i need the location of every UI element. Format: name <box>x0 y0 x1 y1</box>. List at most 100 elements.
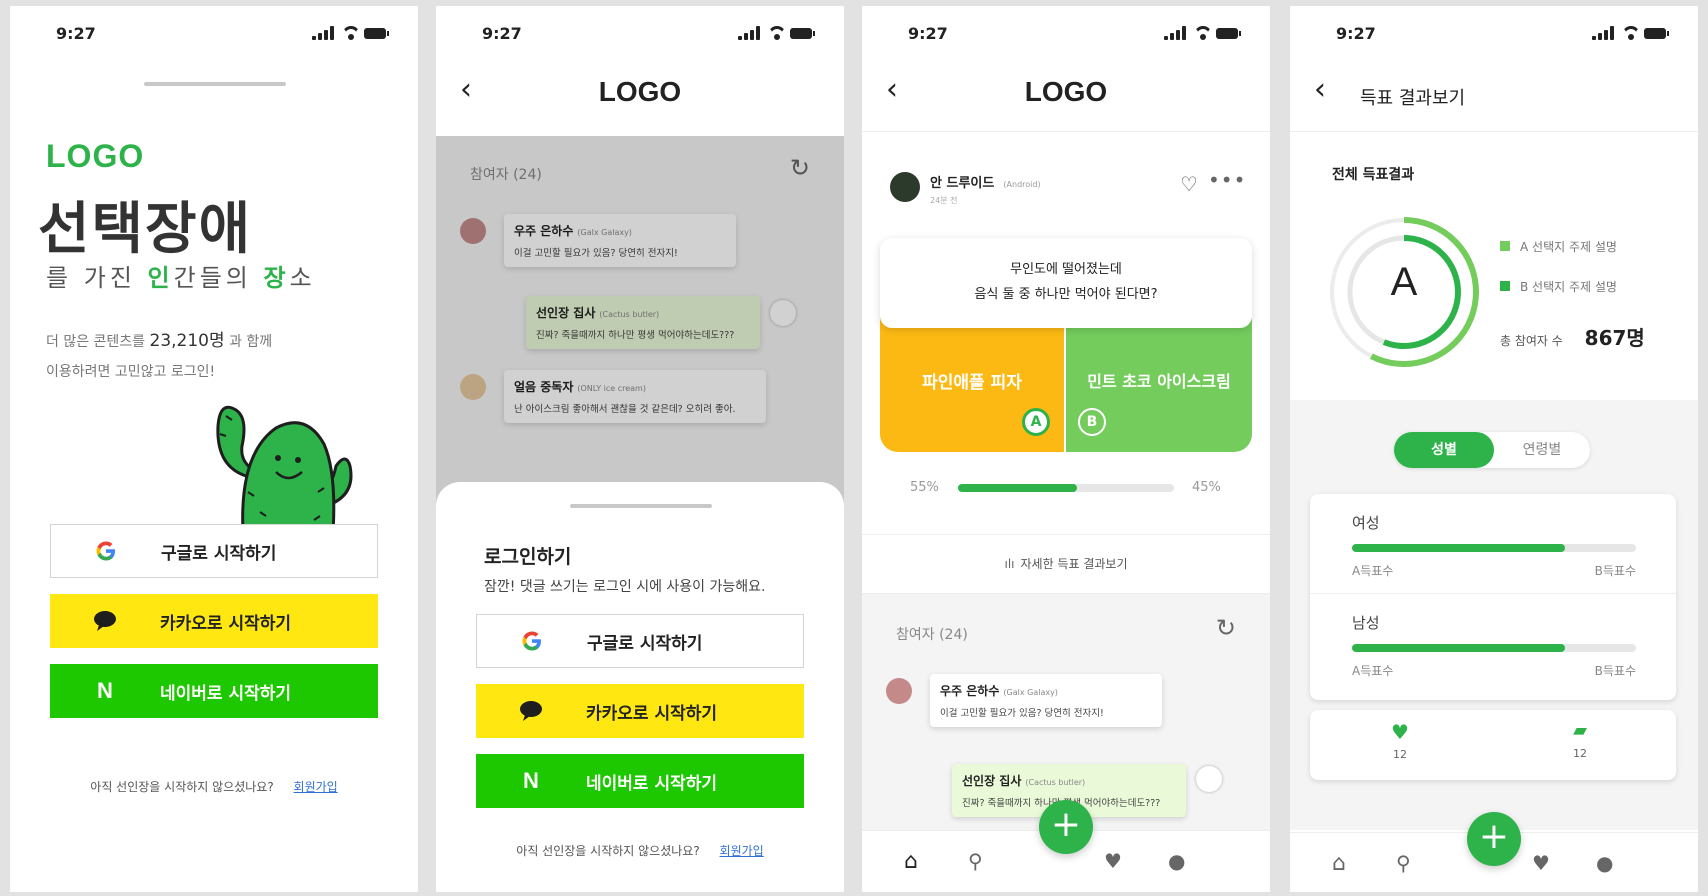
signup-prompt: 아직 선인장을 시작하지 않으셨나요? 회원가입 <box>516 844 764 858</box>
status-bar: 9:27 <box>436 6 844 60</box>
segment-control: 성별 연령별 <box>1394 432 1590 468</box>
naver-login-button[interactable]: N 네이버로 시작하기 <box>50 664 378 718</box>
naver-icon: N <box>97 678 113 703</box>
page-title: 득표 결과보기 <box>1360 88 1466 109</box>
profile-icon[interactable]: ● <box>1168 849 1194 875</box>
question-card: 무인도에 떨어졌는데 음식 둘 중 하나만 먹어야 된다면? <box>880 238 1252 328</box>
add-button[interactable]: + <box>1467 812 1521 866</box>
drag-handle[interactable] <box>144 82 286 86</box>
status-bar: 9:27 <box>862 6 1270 60</box>
profile-icon[interactable]: ● <box>1596 851 1622 877</box>
heart-icon: ♥ <box>1391 720 1409 744</box>
google-login-button[interactable]: 구글로 시작하기 <box>50 524 378 578</box>
avatar <box>1196 766 1222 792</box>
comments-panel: 참여자 (24) ↻ 우주 은하수 (Galx Galaxy) 이걸 고민할 필요… <box>862 594 1270 834</box>
home-icon[interactable]: ⌂ <box>904 849 930 875</box>
total-participants: 총 참여자 수 867명 <box>1500 326 1645 350</box>
comment-bubble: 우주 은하수 (Galx Galaxy) 이걸 고민할 필요가 있음? 당연히 전… <box>930 674 1162 727</box>
logo: LOGO <box>46 138 145 174</box>
screen-vote-results: 9:27 ‹ 득표 결과보기 전체 득표결과 A A 선택지 주제 설명 B 선… <box>1290 6 1698 892</box>
header: ‹ 득표 결과보기 <box>1290 60 1698 132</box>
status-bar: 9:27 <box>10 6 418 60</box>
google-icon <box>96 541 115 561</box>
signal-icon <box>1164 26 1186 40</box>
screen-comment-login: 9:27 ‹ LOGO 참여자 (24) ↻ 우주 은하수 (Galx Galax… <box>436 6 844 892</box>
signup-link[interactable]: 회원가입 <box>294 780 338 794</box>
naver-login-button[interactable]: N 네이버로 시작하기 <box>476 754 804 808</box>
ratio-track <box>1352 544 1636 552</box>
google-login-button[interactable]: 구글로 시작하기 <box>476 614 804 668</box>
legend-a: A 선택지 주제 설명 <box>1500 238 1617 255</box>
tab-age[interactable]: 연령별 <box>1494 432 1590 468</box>
login-sheet: 로그인하기 잠깐! 댓글 쓰기는 로그인 시에 사용이 가능해요. 구글로 시작… <box>436 482 844 892</box>
heart-icon[interactable]: ♡ <box>1180 172 1198 196</box>
status-time: 9:27 <box>908 24 948 43</box>
kakao-login-button[interactable]: 카카오로 시작하기 <box>50 594 378 648</box>
header: ‹ LOGO <box>862 60 1270 132</box>
status-time: 9:27 <box>1336 24 1376 43</box>
header: ‹ LOGO <box>436 60 844 132</box>
description: 더 많은 콘텐츠를 23,210명 과 함께 이용하려면 고민않고 로그인! <box>46 331 273 380</box>
page-logo: LOGO <box>598 76 682 107</box>
comments-stat[interactable]: ▰ 12 <box>1550 720 1610 760</box>
wifi-icon <box>1622 26 1640 40</box>
signal-icon <box>312 26 334 40</box>
author-info: 안 드루이드 (Android) 24분 전 <box>930 176 1041 205</box>
page-logo: LOGO <box>1024 76 1108 107</box>
signup-link[interactable]: 회원가입 <box>720 844 764 858</box>
badge-b: B <box>1078 408 1106 436</box>
heart-nav-icon[interactable]: ♥ <box>1104 849 1130 875</box>
screen-login: 9:27 LOGO 선택장애 를 가진 인간들의 장소 더 많은 콘텐츠를 23… <box>10 6 418 892</box>
signal-icon <box>1592 26 1614 40</box>
likes-stat[interactable]: ♥ 12 <box>1370 720 1430 761</box>
detail-results-link[interactable]: ılı 자세한 득표 결과보기 <box>862 534 1270 594</box>
stats-card: ♥ 12 ▰ 12 <box>1310 710 1676 780</box>
percent-a: 55% <box>910 480 939 495</box>
battery-icon <box>1216 28 1241 39</box>
search-icon[interactable]: ⚲ <box>968 849 994 875</box>
section-title: 전체 득표결과 <box>1332 167 1415 183</box>
bar-chart-icon: ılı <box>1004 557 1015 571</box>
status-bar: 9:27 <box>1290 6 1698 60</box>
heart-nav-icon[interactable]: ♥ <box>1532 851 1558 877</box>
sheet-description: 잠깐! 댓글 쓰기는 로그인 시에 사용이 가능해요. <box>484 579 766 595</box>
avatar <box>886 678 912 704</box>
signal-icon <box>738 26 760 40</box>
refresh-icon[interactable]: ↻ <box>1216 614 1236 642</box>
status-time: 9:27 <box>56 24 96 43</box>
battery-icon <box>1644 28 1669 39</box>
vote-progress-track <box>958 484 1174 492</box>
more-icon[interactable]: ••• <box>1208 168 1246 192</box>
kakao-login-button[interactable]: 카카오로 시작하기 <box>476 684 804 738</box>
home-icon[interactable]: ⌂ <box>1332 851 1358 877</box>
wifi-icon <box>1194 26 1212 40</box>
back-icon[interactable]: ‹ <box>1314 72 1326 107</box>
google-icon <box>522 631 541 651</box>
percent-b: 45% <box>1192 480 1221 495</box>
headline: 선택장애 <box>38 197 253 262</box>
ratio-fill <box>1352 544 1565 552</box>
tagline: 를 가진 인간들의 장소 <box>46 264 316 292</box>
legend-b: B 선택지 주제 설명 <box>1500 278 1617 295</box>
sheet-handle[interactable] <box>570 504 712 508</box>
signup-prompt: 아직 선인장을 시작하지 않으셨나요? 회원가입 <box>90 780 338 794</box>
participants-label: 참여자 (24) <box>896 627 968 643</box>
badge-a: A <box>1022 408 1050 436</box>
wifi-icon <box>342 26 360 40</box>
ratio-fill <box>1352 644 1565 652</box>
kakao-icon <box>94 611 116 631</box>
author-avatar[interactable] <box>890 172 920 202</box>
kakao-icon <box>520 701 542 721</box>
donut-center-label: A <box>1390 260 1418 304</box>
naver-icon: N <box>523 768 539 793</box>
ratio-track <box>1352 644 1636 652</box>
results-panel: 성별 연령별 여성 A득표수 B득표수 남성 A득표수 B득표수 ♥ 12 ▰ … <box>1290 400 1698 830</box>
vote-progress-fill <box>958 484 1077 492</box>
search-icon[interactable]: ⚲ <box>1396 851 1422 877</box>
tab-gender[interactable]: 성별 <box>1394 432 1494 468</box>
group-male: 남성 A득표수 B득표수 <box>1352 614 1636 678</box>
add-button[interactable]: + <box>1039 800 1093 854</box>
group-card: 여성 A득표수 B득표수 남성 A득표수 B득표수 <box>1310 494 1676 700</box>
wifi-icon <box>768 26 786 40</box>
sheet-title: 로그인하기 <box>484 546 572 568</box>
